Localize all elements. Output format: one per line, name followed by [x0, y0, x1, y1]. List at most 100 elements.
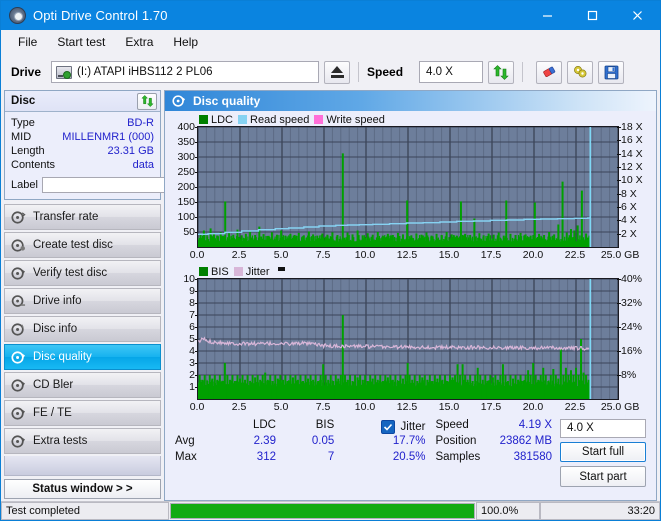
sidebar-item-transfer-rate[interactable]: Transfer rate [4, 204, 161, 230]
drive-select-value: (I:) ATAPI iHBS112 2 PL06 [77, 66, 213, 78]
stats-col-bis-header: BIS [276, 419, 334, 435]
jitter-max: 20.5% [334, 451, 427, 467]
stats-samples-value: 381580 [492, 451, 552, 467]
stats-col-jitter: Jitter 17.7% 20.5% [334, 419, 427, 487]
stats-ldc-max: 312 [218, 451, 276, 467]
title-bar: Opti Drive Control 1.70 [1, 1, 660, 30]
y-tick-right: 16% [621, 345, 642, 357]
content-header: Disc quality [165, 91, 656, 111]
content-title: Disc quality [193, 94, 260, 108]
bis-plot-area[interactable] [197, 278, 619, 400]
x-tick: 10.0 [355, 249, 375, 261]
stats-panel: Avg Max LDC 2.39 312 BIS 0.05 7 [169, 415, 652, 491]
start-part-button[interactable]: Start part [560, 466, 646, 487]
check-icon [383, 422, 393, 432]
sidebar-item-disc-info[interactable]: Disc info [4, 316, 161, 342]
ldc-x-axis: 0.02.55.07.510.012.515.017.520.022.525.0… [197, 248, 619, 263]
disc-transfer-icon [11, 210, 26, 225]
y-tick-left: 8 [189, 297, 195, 309]
speed-select-value: 4.0 X [426, 66, 453, 78]
menu-file[interactable]: File [8, 33, 47, 51]
drive-select[interactable]: (I:) ATAPI iHBS112 2 PL06 [51, 61, 319, 83]
y-tick-right: 16 X [621, 134, 643, 146]
menu-bar: File Start test Extra Help [1, 30, 660, 54]
main-body: Disc Type BD-R MID MILL [1, 90, 660, 501]
minimize-icon[interactable] [525, 1, 570, 30]
x-tick: 20.0 [523, 401, 543, 413]
test-speed-select[interactable]: 4.0 X [560, 419, 646, 438]
eraser-icon [541, 65, 558, 79]
disc-refresh-button[interactable] [137, 93, 157, 110]
y-tick-left: 200 [177, 181, 195, 193]
stats-bis-max: 7 [276, 451, 334, 467]
nav-list: Transfer rate Create test disc Verify te… [4, 204, 161, 454]
sidebar-item-cd-bler[interactable]: CD Bler [4, 372, 161, 398]
disc-row-length-key: Length [11, 144, 45, 158]
disc-row-length: Length 23.31 GB [11, 144, 154, 158]
menu-extra[interactable]: Extra [115, 33, 163, 51]
eject-button[interactable] [324, 61, 350, 84]
y-tick-right: 10 X [621, 174, 643, 186]
start-full-button[interactable]: Start full [560, 442, 646, 463]
menu-help[interactable]: Help [163, 33, 208, 51]
refresh-button[interactable] [488, 61, 514, 84]
stats-row-labels: Avg Max [175, 419, 218, 487]
y-tick-right: 12 X [621, 161, 643, 173]
progress-fill [171, 504, 474, 518]
speed-label: Speed [367, 65, 403, 79]
stats-col-bis: BIS 0.05 7 [276, 419, 334, 487]
bitsetting-button[interactable] [567, 61, 593, 84]
bis-xaxis-padr [619, 400, 652, 415]
y-tick-right: 6 X [621, 201, 637, 213]
disc-row-type-value: BD-R [127, 116, 154, 130]
disc-row-mid-value: MILLENMR1 (000) [62, 130, 154, 144]
x-tick: 15.0 [439, 249, 459, 261]
maximize-icon[interactable] [570, 1, 615, 30]
disc-row-contents-key: Contents [11, 158, 55, 172]
y-tick-left: 50 [183, 226, 195, 238]
sidebar-item-verify-test-disc[interactable]: Verify test disc [4, 260, 161, 286]
disc-rows: Type BD-R MID MILLENMR1 (000) Length 23.… [5, 112, 160, 199]
y-tick-left: 300 [177, 151, 195, 163]
disc-fete-icon [11, 406, 26, 421]
save-button[interactable] [598, 61, 624, 84]
jitter-checkbox[interactable] [381, 420, 395, 434]
stats-row-max-label: Max [175, 451, 218, 467]
speed-select[interactable]: 4.0 X [419, 61, 483, 83]
disc-row-contents-value: data [133, 158, 154, 172]
stats-samples-label: Samples [435, 451, 491, 467]
sidebar-item-label: Verify test disc [33, 267, 107, 279]
app-window: Opti Drive Control 1.70 File Start test … [0, 0, 661, 521]
refresh-icon [141, 95, 154, 107]
ldc-plot-area[interactable] [197, 126, 619, 248]
close-icon[interactable] [615, 1, 660, 30]
disc-create-icon [11, 238, 26, 253]
x-tick: 22.5 [565, 401, 585, 413]
x-tick: 10.0 [355, 401, 375, 413]
x-tick: 17.5 [481, 401, 501, 413]
legend-read-speed-label: Read speed [250, 114, 309, 126]
menu-start-test[interactable]: Start test [47, 33, 115, 51]
erase-button[interactable] [536, 61, 562, 84]
app-icon [9, 7, 26, 24]
x-tick: 15.0 [439, 401, 459, 413]
sidebar-item-fe-te[interactable]: FE / TE [4, 400, 161, 426]
legend-jitter: Jitter [234, 266, 270, 278]
disc-quality-icon [172, 94, 186, 108]
status-window-button[interactable]: Status window > > [4, 479, 161, 499]
ldc-plot-row: 50100150200250300350400 2 X4 X6 X8 X10 X… [169, 126, 652, 248]
sidebar-item-create-test-disc[interactable]: Create test disc [4, 232, 161, 258]
sidebar-item-extra-tests[interactable]: Extra tests [4, 428, 161, 454]
sidebar-item-drive-info[interactable]: Drive info [4, 288, 161, 314]
y-tick-right: 8% [621, 369, 636, 381]
toolbar: Drive (I:) ATAPI iHBS112 2 PL06 Speed 4.… [1, 54, 660, 90]
save-icon [604, 65, 619, 80]
toolbar-divider-1 [358, 62, 359, 82]
sidebar-item-disc-quality[interactable]: Disc quality [4, 344, 161, 370]
stats-position-value: 23862 MB [492, 435, 552, 451]
sidebar-item-label: Create test disc [33, 239, 113, 251]
disc-label-row: Label [11, 175, 154, 194]
bitsetting-icon [572, 65, 589, 79]
disc-quality-icon [11, 350, 26, 365]
y-tick-left: 100 [177, 211, 195, 223]
